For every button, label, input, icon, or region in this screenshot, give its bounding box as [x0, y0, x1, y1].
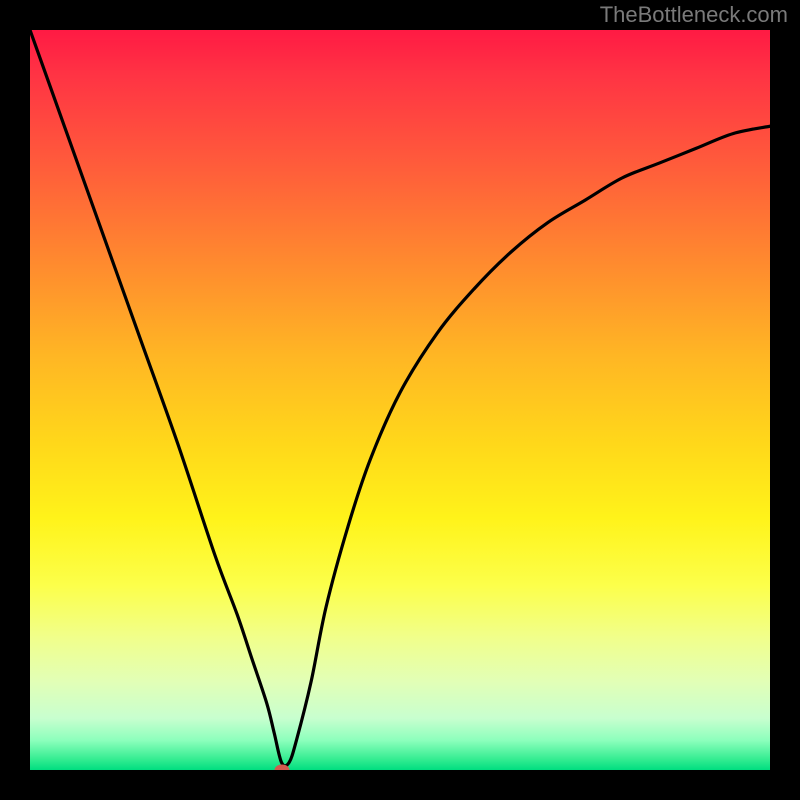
chart-frame: TheBottleneck.com: [0, 0, 800, 800]
bottleneck-curve-path: [30, 30, 770, 766]
curve-svg: [30, 30, 770, 770]
watermark-text: TheBottleneck.com: [600, 2, 788, 28]
minimum-marker: [274, 765, 289, 771]
plot-area: [30, 30, 770, 770]
